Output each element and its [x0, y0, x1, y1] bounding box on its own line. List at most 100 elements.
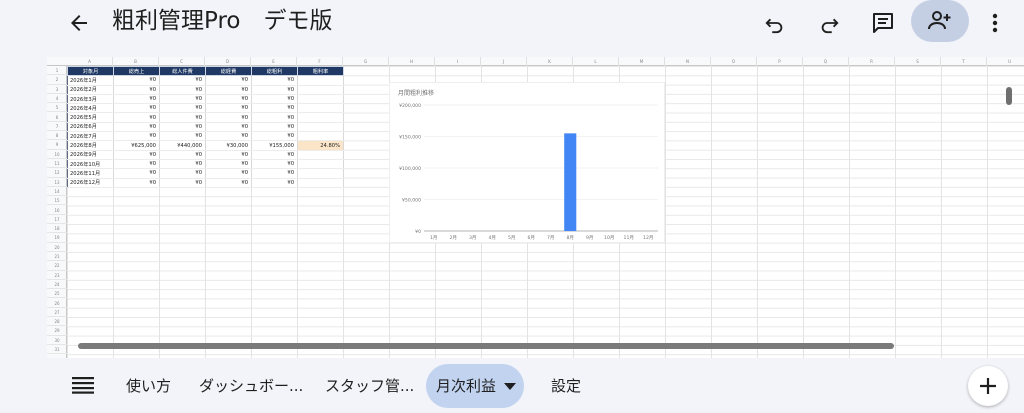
row-header-20[interactable]: 20	[47, 243, 67, 252]
column-header-m[interactable]: M	[619, 57, 665, 66]
table-cell[interactable]: ¥0	[251, 168, 298, 179]
table-cell[interactable]	[297, 150, 344, 160]
table-cell[interactable]: ¥0	[113, 131, 160, 142]
table-cell[interactable]: ¥0	[113, 159, 160, 170]
column-header-d[interactable]: D	[205, 57, 251, 66]
table-cell[interactable]: 2026年5月	[67, 112, 114, 123]
row-header-18[interactable]: 18	[47, 224, 67, 234]
table-cell[interactable]: ¥0	[113, 122, 160, 133]
table-cell[interactable]: 2026年9月	[67, 150, 114, 160]
row-header-13[interactable]: 13	[47, 178, 67, 187]
table-header-cell[interactable]: 総経費	[205, 65, 252, 77]
column-header-u[interactable]: U	[987, 57, 1024, 66]
horizontal-scrollbar[interactable]	[78, 343, 894, 349]
row-header-30[interactable]: 30	[47, 336, 67, 345]
table-cell[interactable]: ¥0	[251, 112, 298, 123]
table-cell[interactable]: ¥0	[113, 103, 160, 114]
row-header-21[interactable]: 21	[47, 252, 67, 262]
table-cell[interactable]: ¥0	[205, 85, 252, 95]
table-cell[interactable]: 2026年1月	[67, 75, 114, 86]
row-header-19[interactable]: 19	[47, 233, 67, 243]
table-cell[interactable]: ¥0	[251, 75, 298, 86]
column-header-c[interactable]: C	[159, 57, 205, 66]
tab-monthly-profit[interactable]: 月次利益	[426, 364, 524, 408]
monthly-profit-table[interactable]: 対象月 総売上 総人件費 総経費 総粗利 粗利率 2026年1月 ¥0 ¥0 ¥0 ¥0 2026年…	[67, 65, 344, 188]
table-cell[interactable]: ¥0	[159, 168, 206, 179]
column-header-a[interactable]: A	[67, 57, 113, 66]
row-header-8[interactable]: 8	[47, 131, 67, 141]
table-cell[interactable]: ¥0	[205, 122, 252, 133]
table-cell[interactable]: ¥0	[159, 75, 206, 86]
row-header-23[interactable]: 23	[47, 271, 67, 280]
table-cell[interactable]	[297, 178, 344, 188]
table-header-cell[interactable]: 粗利率	[297, 65, 344, 77]
table-cell[interactable]	[297, 103, 344, 114]
row-header-5[interactable]: 5	[47, 103, 67, 113]
table-cell[interactable]	[297, 131, 344, 142]
redo-icon[interactable]	[810, 4, 848, 42]
table-cell[interactable]: 24.80%	[297, 140, 344, 151]
column-header-p[interactable]: P	[757, 57, 803, 66]
table-cell[interactable]: ¥0	[159, 94, 206, 105]
table-cell[interactable]: ¥0	[205, 94, 252, 105]
table-cell[interactable]: ¥0	[205, 75, 252, 86]
row-header-1[interactable]: 1	[47, 66, 67, 76]
table-cell[interactable]: ¥0	[251, 150, 298, 160]
table-cell[interactable]: ¥0	[159, 131, 206, 142]
row-header-29[interactable]: 29	[47, 326, 67, 336]
table-cell[interactable]: ¥0	[251, 178, 298, 188]
table-cell[interactable]: ¥0	[113, 168, 160, 179]
table-cell[interactable]	[297, 94, 344, 105]
table-cell[interactable]: ¥0	[113, 94, 160, 105]
table-cell[interactable]: ¥0	[159, 103, 206, 114]
table-cell[interactable]: ¥0	[159, 159, 206, 170]
column-header-t[interactable]: T	[941, 57, 987, 66]
sheet-list-menu-icon[interactable]	[64, 366, 102, 404]
row-header-3[interactable]: 3	[47, 85, 67, 94]
table-cell[interactable]: ¥0	[251, 159, 298, 170]
tab-usage[interactable]: 使い方	[126, 364, 171, 408]
table-cell[interactable]: ¥0	[251, 103, 298, 114]
row-header-10[interactable]: 10	[47, 150, 67, 159]
table-cell[interactable]: 2026年11月	[67, 168, 114, 179]
column-header-h[interactable]: H	[389, 57, 435, 66]
table-cell[interactable]: ¥0	[251, 122, 298, 133]
row-header-15[interactable]: 15	[47, 196, 67, 206]
column-header-l[interactable]: L	[573, 57, 619, 66]
column-header-g[interactable]: G	[343, 57, 389, 66]
table-cell[interactable]: ¥0	[205, 178, 252, 188]
table-cell[interactable]: ¥0	[159, 122, 206, 133]
person-add-icon[interactable]	[911, 0, 969, 42]
table-cell[interactable]: ¥30,000	[205, 140, 252, 151]
comment-icon[interactable]	[864, 4, 902, 42]
table-cell[interactable]	[297, 75, 344, 86]
column-header-q[interactable]: Q	[803, 57, 849, 66]
column-header-r[interactable]: R	[849, 57, 895, 66]
vertical-scrollbar[interactable]	[1006, 87, 1012, 105]
row-header-7[interactable]: 7	[47, 122, 67, 132]
table-cell[interactable]: 2026年6月	[67, 122, 114, 133]
row-header-25[interactable]: 25	[47, 289, 67, 299]
table-cell[interactable]: ¥0	[205, 168, 252, 179]
row-header-9[interactable]: 9	[47, 140, 67, 150]
table-cell[interactable]: ¥0	[159, 112, 206, 123]
arrow-back-icon[interactable]	[60, 4, 98, 42]
row-header-6[interactable]: 6	[47, 113, 67, 122]
table-cell[interactable]: ¥0	[205, 112, 252, 123]
tab-settings[interactable]: 設定	[551, 364, 581, 408]
table-cell[interactable]: ¥0	[159, 150, 206, 160]
table-cell[interactable]	[297, 85, 344, 95]
monthly-gross-profit-chart[interactable]: 月間粗利推移 ¥0 ¥50,000 ¥100,000 ¥150,000 ¥200,000…	[389, 82, 665, 243]
column-header-s[interactable]: S	[895, 57, 941, 66]
table-cell[interactable]: ¥0	[159, 178, 206, 188]
row-header-26[interactable]: 26	[47, 299, 67, 308]
table-cell[interactable]: 2026年2月	[67, 85, 114, 95]
row-header-12[interactable]: 12	[47, 168, 67, 178]
row-header-4[interactable]: 4	[47, 94, 67, 104]
table-cell[interactable]: 2026年4月	[67, 103, 114, 114]
tab-dashboard[interactable]: ダッシュボー...	[199, 364, 303, 408]
add-sheet-button[interactable]	[968, 366, 1008, 406]
table-cell[interactable]: ¥0	[113, 75, 160, 86]
column-header-o[interactable]: O	[711, 57, 757, 66]
tab-staff-management[interactable]: スタッフ管...	[325, 364, 414, 408]
